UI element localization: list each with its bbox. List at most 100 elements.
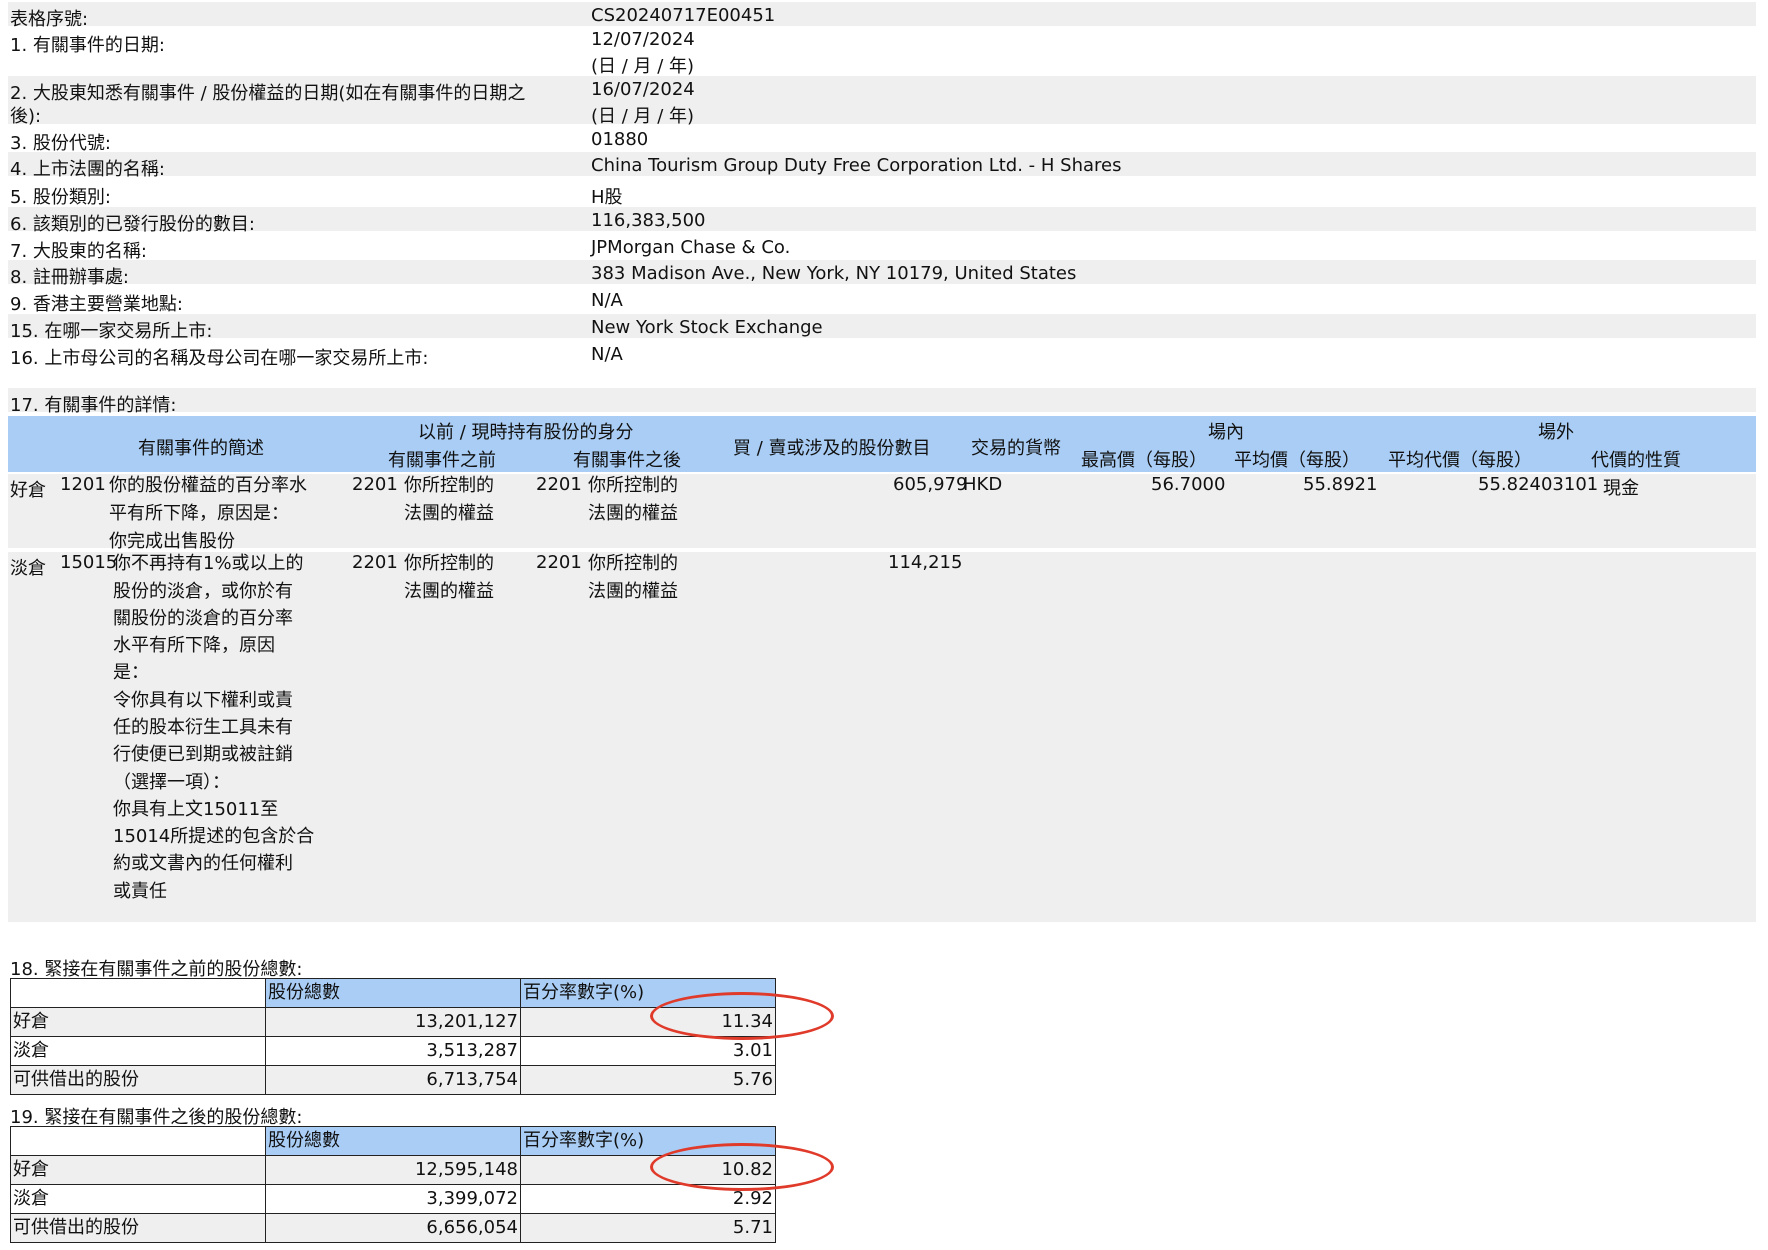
- row-pct: 3.01: [520, 1036, 776, 1066]
- shareholder-name-row: 7. 大股東的名稱: JPMorgan Chase & Co.: [8, 234, 1756, 262]
- table-corner-cell: [10, 1126, 266, 1156]
- detail-after-text: 你所控制的: [588, 475, 678, 496]
- highlight-ellipse-before: [650, 992, 834, 1040]
- details-table-header: 有關事件的簡述 以前 / 現時持有股份的身分 有關事件之前 有關事件之後 買 /…: [8, 416, 1756, 472]
- shareholder-name-value: JPMorgan Chase & Co.: [591, 237, 791, 258]
- detail-desc-line: 令你具有以下權利或責: [113, 690, 293, 711]
- detail-before-text: 法團的權益: [404, 581, 494, 602]
- issued-shares-value: 116,383,500: [591, 210, 706, 231]
- event-date-row: 1. 有關事件的日期: 12/07/2024 (日 / 月 / 年): [8, 28, 1756, 77]
- detail-desc-line: 你不再持有1%或以上的: [113, 553, 304, 574]
- form-serial-row: 表格序號: CS20240717E00451: [8, 2, 1756, 30]
- detail-desc-line: 或責任: [113, 881, 167, 902]
- event-date-value: 12/07/2024: [591, 29, 695, 50]
- aware-date-format: (日 / 月 / 年): [591, 106, 695, 127]
- detail-highest: 56.7000: [1151, 474, 1226, 495]
- section19-table: 股份總數 百分率數字(%) 好倉 12,595,148 10.82 淡倉 3,3…: [10, 1126, 776, 1243]
- section19-title-row: 19. 緊接在有關事件之後的股份總數:: [8, 1100, 1756, 1128]
- highlight-ellipse-after: [650, 1143, 834, 1191]
- detail-after-code: 2201: [536, 552, 582, 573]
- registered-office-label: 8. 註冊辦事處:: [10, 267, 129, 288]
- parent-company-row: 16. 上市母公司的名稱及母公司在哪一家交易所上市: N/A: [8, 341, 1756, 369]
- table-row: 淡倉 3,399,072 2.92: [10, 1184, 776, 1214]
- detail-code: 1201: [60, 474, 106, 495]
- event-details-label: 17. 有關事件的詳情:: [10, 395, 177, 416]
- row-shares: 3,399,072: [265, 1184, 521, 1214]
- registered-office-value: 383 Madison Ave., New York, NY 10179, Un…: [591, 263, 1077, 284]
- table-corner-cell: [10, 978, 266, 1008]
- company-name-label: 4. 上市法團的名稱:: [10, 159, 165, 180]
- detail-before-text: 你所控制的: [404, 475, 494, 496]
- header-currency: 交易的貨幣: [971, 438, 1061, 459]
- header-highest: 最高價（每股）: [1081, 450, 1207, 471]
- header-before: 有關事件之前: [388, 450, 496, 471]
- hk-business-label: 9. 香港主要營業地點:: [10, 294, 183, 315]
- row-shares: 12,595,148: [265, 1155, 521, 1185]
- aware-date-label-cont: 後):: [10, 106, 42, 127]
- event-date-label: 1. 有關事件的日期:: [10, 35, 165, 56]
- table-row: 淡倉 3,513,287 3.01: [10, 1036, 776, 1066]
- detail-row-short: 淡倉 15015 你不再持有1%或以上的 股份的淡倉，或你於有 關股份的淡倉的百…: [8, 552, 1756, 922]
- exchange-label: 15. 在哪一家交易所上市:: [10, 321, 213, 342]
- aware-date-value: 16/07/2024: [591, 79, 695, 100]
- detail-after-text: 法團的權益: [588, 581, 678, 602]
- parent-company-label: 16. 上市母公司的名稱及母公司在哪一家交易所上市:: [10, 348, 429, 369]
- detail-before-text: 法團的權益: [404, 503, 494, 524]
- detail-desc-line: 水平有所下降，原因: [113, 635, 275, 656]
- row-label: 淡倉: [10, 1184, 266, 1214]
- row-label: 好倉: [10, 1007, 266, 1037]
- row-label: 可供借出的股份: [10, 1213, 266, 1243]
- row-shares: 3,513,287: [265, 1036, 521, 1066]
- aware-date-row: 2. 大股東知悉有關事件 / 股份權益的日期(如在有關事件的日期之 後): 16…: [8, 76, 1756, 127]
- col-shares-header: 股份總數: [265, 1126, 521, 1156]
- event-details-row: 17. 有關事件的詳情:: [8, 388, 1756, 416]
- detail-desc-line: 是：: [113, 662, 149, 683]
- detail-average: 55.8921: [1303, 474, 1378, 495]
- table-header-row: 股份總數 百分率數字(%): [10, 978, 776, 1008]
- registered-office-row: 8. 註冊辦事處: 383 Madison Ave., New York, NY…: [8, 260, 1756, 288]
- share-class-row: 5. 股份類別: H股: [8, 180, 1756, 208]
- detail-desc-line: 15014所提述的包含於合: [113, 826, 315, 847]
- aware-date-label: 2. 大股東知悉有關事件 / 股份權益的日期(如在有關事件的日期之: [10, 83, 526, 104]
- section18-title-row: 18. 緊接在有關事件之前的股份總數:: [8, 952, 1756, 980]
- detail-shares: 114,215: [888, 552, 963, 573]
- share-class-label: 5. 股份類別:: [10, 187, 111, 208]
- detail-desc-line: 約或文書內的任何權利: [113, 853, 293, 874]
- col-shares-header: 股份總數: [265, 978, 521, 1008]
- exchange-value: New York Stock Exchange: [591, 317, 823, 338]
- detail-desc-line: 行使便已到期或被註銷: [113, 744, 293, 765]
- event-date-format: (日 / 月 / 年): [591, 56, 695, 77]
- row-pct: 5.71: [520, 1213, 776, 1243]
- detail-shares: 605,979: [893, 474, 968, 495]
- section18-table: 股份總數 百分率數字(%) 好倉 13,201,127 11.34 淡倉 3,5…: [10, 978, 776, 1095]
- detail-desc-line: 關股份的淡倉的百分率: [113, 608, 293, 629]
- detail-after-text: 你所控制的: [588, 553, 678, 574]
- detail-desc-line: 任的股本衍生工具未有: [113, 717, 293, 738]
- detail-desc-line: 股份的淡倉，或你於有: [113, 581, 293, 602]
- exchange-row: 15. 在哪一家交易所上市: New York Stock Exchange: [8, 314, 1756, 342]
- issued-shares-label: 6. 該類別的已發行股份的數目:: [10, 214, 255, 235]
- hk-business-row: 9. 香港主要營業地點: N/A: [8, 287, 1756, 315]
- header-shares: 買 / 賣或涉及的股份數目: [733, 438, 931, 459]
- detail-code: 15015: [60, 552, 118, 573]
- row-shares: 6,713,754: [265, 1065, 521, 1095]
- header-after: 有關事件之後: [573, 450, 681, 471]
- row-label: 好倉: [10, 1155, 266, 1185]
- detail-row-long: 好倉 1201 你的股份權益的百分率水 平有所下降，原因是： 你完成出售股份 2…: [8, 474, 1756, 552]
- hk-business-value: N/A: [591, 290, 623, 311]
- issued-shares-row: 6. 該類別的已發行股份的數目: 116,383,500: [8, 207, 1756, 235]
- header-nature: 代價的性質: [1591, 450, 1681, 471]
- form-serial-value: CS20240717E00451: [591, 5, 776, 26]
- detail-nature: 現金: [1603, 478, 1639, 499]
- header-off-exchange: 場外: [1538, 422, 1574, 443]
- detail-before-code: 2201: [352, 474, 398, 495]
- row-shares: 13,201,127: [265, 1007, 521, 1037]
- detail-after-text: 法團的權益: [588, 503, 678, 524]
- detail-desc-line: 你的股份權益的百分率水: [109, 475, 307, 496]
- header-average: 平均價（每股）: [1234, 450, 1360, 471]
- detail-before-text: 你所控制的: [404, 553, 494, 574]
- table-header-row: 股份總數 百分率數字(%): [10, 1126, 776, 1156]
- header-avg-consideration: 平均代價（每股）: [1388, 450, 1532, 471]
- detail-currency: HKD: [963, 474, 1003, 495]
- detail-desc-line: 平有所下降，原因是：: [109, 503, 289, 524]
